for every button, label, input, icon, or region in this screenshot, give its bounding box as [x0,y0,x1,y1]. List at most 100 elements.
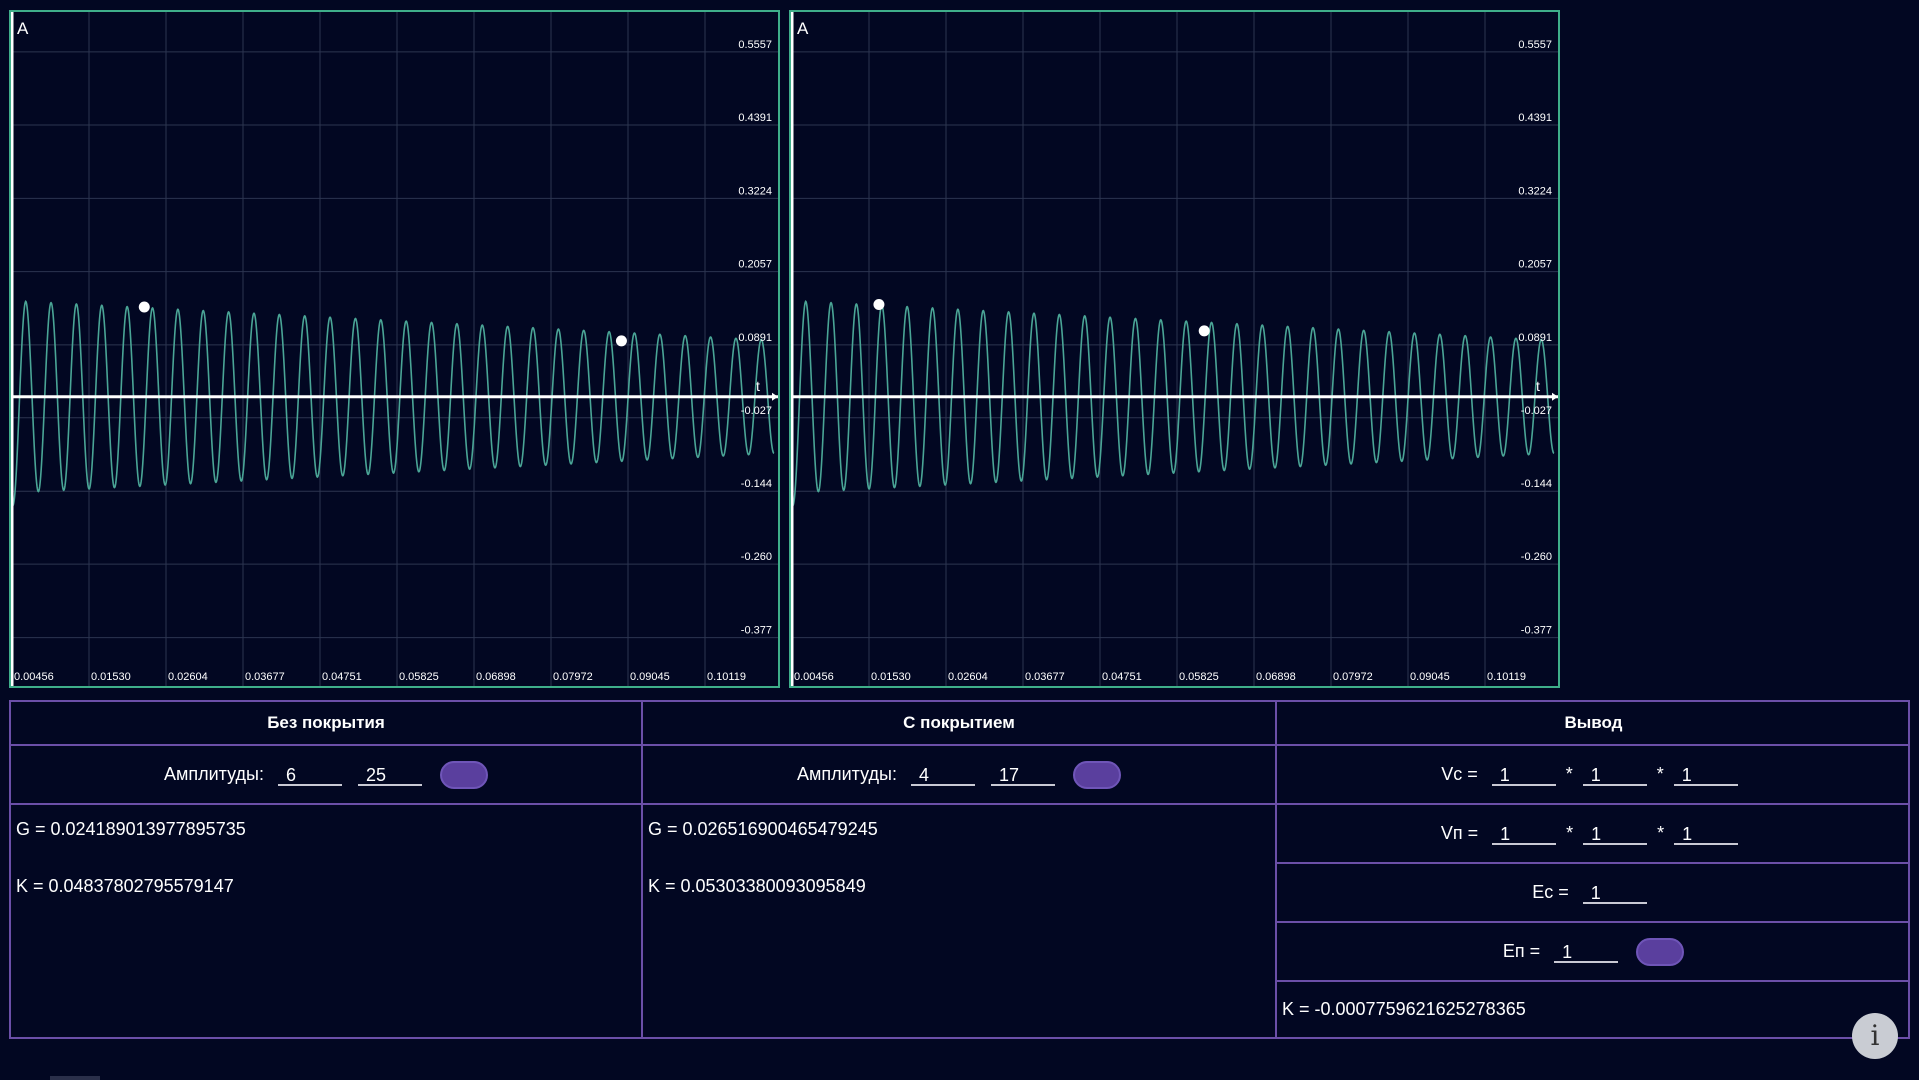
y-axis-label: A [797,19,809,38]
x-tick-label: 0.07972 [1333,671,1373,683]
y-tick-label: 0.0891 [738,332,772,344]
signal-line [12,300,775,506]
info-button[interactable]: i [1852,1013,1898,1059]
vc-input-3[interactable]: 1 [1673,764,1738,786]
chart-svg[interactable]: At 0.5557 0.4391 0.3224 0.2057 0.0891 -0.027 -0… [791,12,1558,686]
x-tick-label: 0.09045 [1410,671,1450,683]
g-value: G = 0.026516900465479245 [648,819,878,839]
y-tick-label: 0.4391 [738,112,772,124]
calculate-button[interactable] [1072,760,1121,789]
chart-without-coating[interactable]: At 0.5557 0.4391 0.3224 0.2057 0.0891 -0.027 -0… [9,10,780,688]
amplitudes-label: Амплитуды: [164,764,264,784]
amplitude-2-input[interactable]: 17 [990,764,1055,786]
x-tick-label: 0.01530 [871,671,911,683]
ec-label: Ec = [1532,882,1569,902]
info-icon: i [1870,1019,1880,1052]
y-tick-label: 0.2057 [1518,259,1552,271]
g-value: G = 0.024189013977895735 [16,819,246,839]
column-without-coating: Без покрытия Амплитуды: 6 25 G = 0.02418… [11,702,643,1037]
calculate-button[interactable] [1636,937,1685,966]
y-tick-label: -0.260 [741,551,772,563]
peak-marker [138,301,150,313]
vc-input-2[interactable]: 1 [1582,764,1647,786]
amplitude-1-input[interactable]: 4 [910,764,975,786]
x-tick-label: 0.06898 [1256,671,1296,683]
multiply-sign: * [1565,764,1573,784]
k-result-row: K = -0.0007759621625278365 [1277,982,1910,1037]
y-tick-label: 0.0891 [1518,332,1552,344]
peak-marker [873,298,885,310]
vp-input-3[interactable]: 1 [1674,823,1739,845]
y-tick-label: -0.260 [1521,551,1552,563]
ep-label: Eп = [1502,941,1541,961]
x-tick-label: 0.02604 [948,671,988,683]
x-axis-arrow [772,392,778,401]
x-axis-label: t [756,378,760,394]
column-title: Без покрытия [11,702,641,746]
x-tick-label: 0.01530 [91,671,131,683]
x-tick-label: 0.04751 [322,671,362,683]
vp-row: Vп = 1 * 1 * 1 [1277,805,1910,864]
amplitude-2-input[interactable]: 25 [357,764,422,786]
amplitudes-row: Амплитуды: 4 17 [643,746,1275,805]
multiply-sign: * [1656,764,1664,784]
vp-input-1[interactable]: 1 [1492,823,1557,845]
x-tick-label: 0.10119 [1487,671,1526,683]
scrollbar-thumb[interactable] [50,1076,100,1080]
chart-with-coating[interactable]: At 0.5557 0.4391 0.3224 0.2057 0.0891 -0.027 -0… [789,10,1560,688]
ep-row: Eп = 1 [1277,923,1910,982]
multiply-sign: * [1657,823,1665,843]
x-axis-arrow [1552,392,1558,401]
y-tick-label: -0.027 [1521,405,1552,417]
k-result-value: K = -0.0007759621625278365 [1282,999,1526,1019]
k-value: K = 0.05303380093095849 [648,876,866,896]
x-tick-label: 0.06898 [476,671,516,683]
x-tick-label: 0.00456 [14,671,54,683]
y-tick-label: -0.144 [741,478,772,490]
k-value: K = 0.04837802795579147 [16,876,234,896]
x-tick-label: 0.05825 [1179,671,1219,683]
ec-row: Ec = 1 [1277,864,1910,923]
charts-area: At 0.5557 0.4391 0.3224 0.2057 0.0891 -0.027 -0… [0,0,1919,700]
x-tick-label: 0.05825 [399,671,439,683]
vc-label: Vc = [1441,764,1478,784]
x-tick-label: 0.03677 [245,671,285,683]
y-tick-label: 0.2057 [738,259,772,271]
calculate-button[interactable] [439,760,488,789]
x-tick-label: 0.03677 [1025,671,1065,683]
y-tick-label: -0.377 [1521,625,1552,637]
vp-input-2[interactable]: 1 [1583,823,1648,845]
vc-row: Vc = 1 * 1 * 1 [1277,746,1910,805]
x-axis-label: t [1536,378,1540,394]
x-tick-label: 0.07972 [553,671,593,683]
ec-input[interactable]: 1 [1582,882,1647,904]
ep-input[interactable]: 1 [1554,941,1619,963]
x-tick-label: 0.00456 [794,671,834,683]
y-tick-label: -0.377 [741,625,772,637]
signal-line [792,300,1555,506]
column-output: Вывод Vc = 1 * 1 * 1 Vп = 1 * 1 * 1 Ec =… [1277,702,1910,1037]
peak-marker [615,335,627,347]
y-tick-label: 0.4391 [1518,112,1552,124]
y-tick-label: 0.3224 [738,185,772,197]
vc-input-1[interactable]: 1 [1491,764,1556,786]
amplitudes-label: Амплитуды: [797,764,897,784]
x-tick-label: 0.10119 [707,671,746,683]
x-tick-label: 0.02604 [168,671,208,683]
peak-marker [1198,325,1210,337]
x-tick-label: 0.04751 [1102,671,1142,683]
results-table: Без покрытия Амплитуды: 6 25 G = 0.02418… [9,700,1910,1039]
y-tick-label: -0.027 [741,405,772,417]
amplitudes-row: Амплитуды: 6 25 [11,746,641,805]
y-axis-label: A [17,19,29,38]
amplitude-1-input[interactable]: 6 [277,764,342,786]
y-tick-label: 0.3224 [1518,185,1552,197]
y-tick-label: -0.144 [1521,478,1552,490]
y-tick-label: 0.5557 [1518,39,1552,51]
column-with-coating: С покрытием Амплитуды: 4 17 G = 0.026516… [643,702,1277,1037]
vp-label: Vп = [1440,823,1479,843]
multiply-sign: * [1566,823,1574,843]
chart-svg[interactable]: At 0.5557 0.4391 0.3224 0.2057 0.0891 -0.027 -0… [11,12,778,686]
y-tick-label: 0.5557 [738,39,772,51]
column-title: Вывод [1277,702,1910,746]
